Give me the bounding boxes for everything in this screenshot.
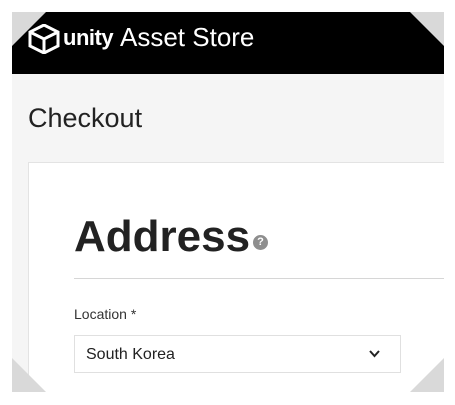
address-card: Address ? Location * South Korea — [28, 162, 444, 392]
location-label: Location * — [74, 306, 137, 322]
location-select[interactable]: South Korea — [74, 335, 401, 373]
screenshot-corner-fold — [410, 358, 444, 392]
address-section-title: Address — [74, 212, 251, 261]
location-selected-value: South Korea — [86, 346, 175, 363]
screenshot-corner-fold — [12, 358, 46, 392]
unity-logo-text[interactable]: unity — [63, 23, 114, 53]
asset-store-title[interactable]: Asset Store — [120, 21, 254, 53]
screenshot-corner-fold — [12, 12, 46, 46]
top-navigation-bar: unity Asset Store — [12, 12, 444, 74]
page-title: Checkout — [28, 103, 143, 133]
question-mark-icon[interactable]: ? — [253, 235, 268, 250]
browser-viewport: unity Asset Store Checkout Address ? Loc… — [12, 12, 444, 392]
section-divider — [74, 278, 444, 279]
screenshot-corner-fold — [410, 12, 444, 46]
chevron-down-icon — [369, 350, 380, 358]
